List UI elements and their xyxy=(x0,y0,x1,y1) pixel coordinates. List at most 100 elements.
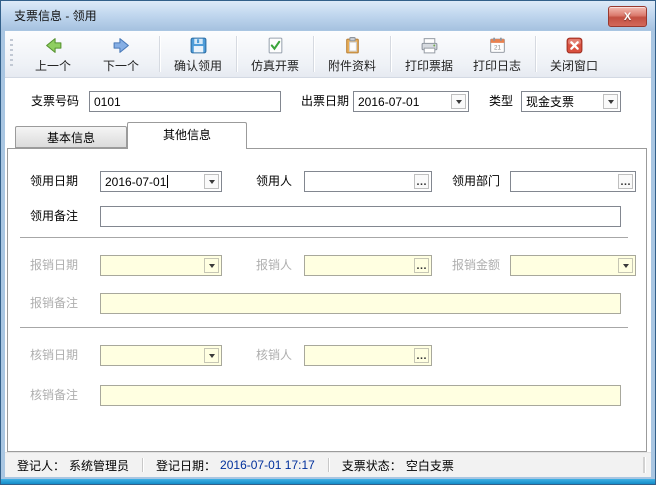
titlebar-close-button[interactable]: X xyxy=(608,6,647,27)
tab-other-info-label: 其他信息 xyxy=(163,128,211,142)
receive-remark-label: 领用备注 xyxy=(30,206,78,227)
type-value: 现金支票 xyxy=(522,93,601,110)
attachment-button[interactable]: 附件资料 xyxy=(318,31,386,77)
statusbar-separator xyxy=(328,458,329,472)
statusbar-separator xyxy=(142,458,143,472)
section-divider xyxy=(20,237,628,238)
issue-date-value: 2016-07-01 xyxy=(354,95,449,109)
reimburse-date-combobox xyxy=(100,255,222,276)
text-caret xyxy=(167,175,168,188)
close-window-label: 关闭窗口 xyxy=(550,57,598,74)
writeoff-date-label: 核销日期 xyxy=(30,345,78,366)
simulate-invoice-label: 仿真开票 xyxy=(251,57,299,74)
issue-date-combobox[interactable]: 2016-07-01 xyxy=(353,91,469,112)
client-area: 上一个 下一个 确认领用 xyxy=(5,31,651,477)
toolbar-separator xyxy=(535,36,536,72)
print-log-button[interactable]: 21 打印日志 xyxy=(463,31,531,77)
titlebar[interactable]: 支票信息 - 领用 xyxy=(1,1,655,30)
simulate-invoice-button[interactable]: 仿真开票 xyxy=(241,31,309,77)
check-number-label: 支票号码 xyxy=(31,91,79,112)
tab-basic-info[interactable]: 基本信息 xyxy=(15,126,127,148)
check-status-value: 空白支票 xyxy=(406,457,454,474)
receive-person-label: 领用人 xyxy=(256,171,292,192)
tab-other-info[interactable]: 其他信息 xyxy=(127,122,247,149)
receive-dept-field: … xyxy=(510,171,636,192)
type-combobox[interactable]: 现金支票 xyxy=(521,91,621,112)
check-status-label: 支票状态： xyxy=(342,457,402,474)
reimburse-remark-label: 报销备注 xyxy=(30,293,78,314)
ellipsis-icon: … xyxy=(416,177,427,187)
writeoff-remark-label: 核销备注 xyxy=(30,385,78,406)
print-receipt-button[interactable]: 打印票据 xyxy=(395,31,463,77)
statusbar-grip xyxy=(643,457,645,473)
previous-button[interactable]: 上一个 xyxy=(19,31,87,77)
registrant-value: 系统管理员 xyxy=(69,457,129,474)
attachment-icon xyxy=(343,36,362,55)
tab-basic-info-label: 基本信息 xyxy=(47,131,95,145)
receive-dept-input[interactable] xyxy=(511,175,616,189)
receive-date-label: 领用日期 xyxy=(30,171,78,192)
check-info-window: 支票信息 - 领用 X 上一个 下一个 xyxy=(0,0,656,485)
chevron-down-icon xyxy=(456,100,462,104)
printer-icon xyxy=(420,36,439,55)
receive-person-lookup-button[interactable]: … xyxy=(414,174,429,189)
toolbar-separator xyxy=(390,36,391,72)
ellipsis-icon: … xyxy=(620,177,631,187)
reimburse-amount-label: 报销金额 xyxy=(452,255,500,276)
ellipsis-icon: … xyxy=(416,351,427,361)
toolbar: 上一个 下一个 确认领用 xyxy=(5,31,651,78)
toolbar-separator xyxy=(313,36,314,72)
register-date-label: 登记日期： xyxy=(156,457,216,474)
issue-date-label: 出票日期 xyxy=(301,91,349,112)
receive-remark-input[interactable] xyxy=(101,210,620,224)
toolbar-separator xyxy=(159,36,160,72)
chevron-down-icon xyxy=(209,180,215,184)
confirm-receive-button[interactable]: 确认领用 xyxy=(164,31,232,77)
next-button[interactable]: 下一个 xyxy=(87,31,155,77)
registrant-label: 登记人： xyxy=(17,457,65,474)
section-divider xyxy=(20,327,628,328)
writeoff-remark-field xyxy=(100,385,621,406)
confirm-receive-label: 确认领用 xyxy=(174,57,222,74)
arrow-right-icon xyxy=(112,36,131,55)
toolbar-separator xyxy=(236,36,237,72)
reimburse-person-lookup-button: … xyxy=(414,258,429,273)
type-label: 类型 xyxy=(489,91,513,112)
print-log-label: 打印日志 xyxy=(473,57,521,74)
calendar-day-number: 21 xyxy=(493,44,501,51)
reimburse-person-label: 报销人 xyxy=(256,255,292,276)
other-info-panel: 领用日期 2016-07-01 领用人 … 领用部门 xyxy=(7,148,647,452)
status-bar: 登记人： 系统管理员 登记日期： 2016-07-01 17:17 支票状态： … xyxy=(5,452,651,477)
close-window-icon xyxy=(565,36,584,55)
check-number-input[interactable] xyxy=(90,95,280,109)
attachment-label: 附件资料 xyxy=(328,57,376,74)
reimburse-date-label: 报销日期 xyxy=(30,255,78,276)
close-icon: X xyxy=(624,11,631,23)
receive-date-value: 2016-07-01 xyxy=(101,175,202,189)
writeoff-person-field: … xyxy=(304,345,432,366)
print-receipt-label: 打印票据 xyxy=(405,57,453,74)
next-label: 下一个 xyxy=(103,57,139,74)
receive-dept-label: 领用部门 xyxy=(452,171,500,192)
chevron-down-icon xyxy=(209,264,215,268)
chevron-down-icon xyxy=(608,100,614,104)
chevron-down-icon xyxy=(623,264,629,268)
reimburse-person-field: … xyxy=(304,255,432,276)
writeoff-person-lookup-button: … xyxy=(414,348,429,363)
calendar-icon: 21 xyxy=(488,36,507,55)
receive-remark-field xyxy=(100,206,621,227)
check-number-field xyxy=(89,91,281,112)
receive-person-input[interactable] xyxy=(305,175,412,189)
receive-date-text: 2016-07-01 xyxy=(105,175,166,189)
writeoff-date-dropdown-button xyxy=(204,348,219,363)
toolbar-grip[interactable] xyxy=(10,39,13,69)
receive-date-combobox[interactable]: 2016-07-01 xyxy=(100,171,222,192)
chevron-down-icon xyxy=(209,354,215,358)
receive-date-dropdown-button[interactable] xyxy=(204,174,219,189)
previous-label: 上一个 xyxy=(35,57,71,74)
type-dropdown-button[interactable] xyxy=(603,94,618,109)
close-window-button[interactable]: 关闭窗口 xyxy=(540,31,608,77)
reimburse-date-dropdown-button xyxy=(204,258,219,273)
receive-dept-lookup-button[interactable]: … xyxy=(618,174,633,189)
issue-date-dropdown-button[interactable] xyxy=(451,94,466,109)
